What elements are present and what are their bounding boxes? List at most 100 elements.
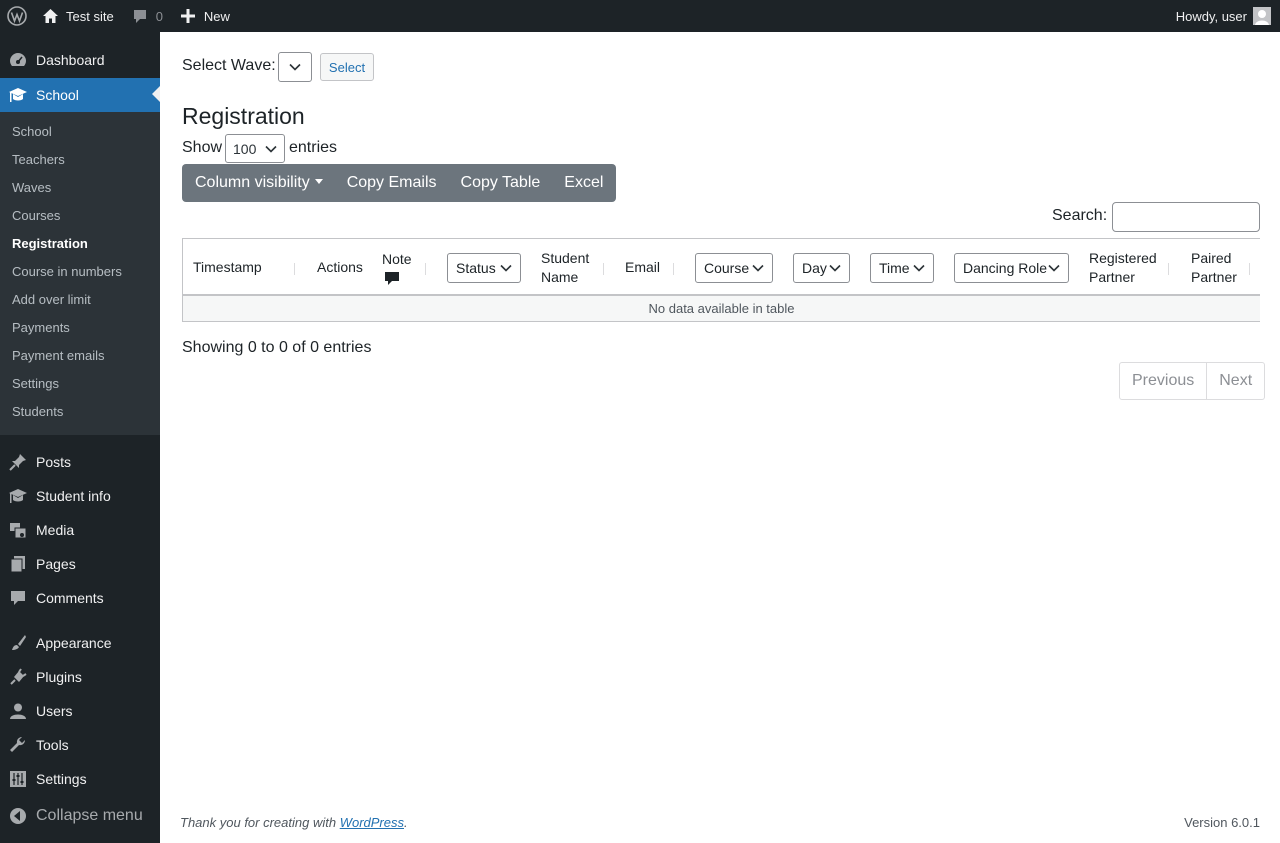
chevron-down-icon bbox=[913, 264, 925, 272]
table-info: Showing 0 to 0 of 0 entries bbox=[182, 339, 372, 356]
column-header-paired-partner[interactable]: Paired Partner bbox=[1191, 239, 1237, 296]
student-name-line-1: Student bbox=[541, 249, 590, 266]
submenu-item-courses[interactable]: Courses bbox=[12, 206, 60, 226]
search-input[interactable] bbox=[1112, 202, 1260, 232]
registration-table: Timestamp Actions Note Status Student Na… bbox=[182, 238, 1260, 322]
user-icon bbox=[0, 702, 36, 720]
table-header: Timestamp Actions Note Status Student Na… bbox=[183, 239, 1260, 296]
column-header-student-name[interactable]: Student Name bbox=[541, 239, 589, 296]
brush-icon bbox=[0, 634, 36, 652]
collapse-menu-label: Collapse menu bbox=[36, 807, 143, 824]
chevron-down-icon bbox=[500, 264, 512, 272]
column-header-note[interactable]: Note bbox=[382, 239, 412, 296]
dashboard-icon bbox=[0, 51, 36, 69]
dancing-role-filter-select[interactable]: Dancing Role bbox=[954, 253, 1069, 283]
collapse-menu-button[interactable]: Collapse menu bbox=[0, 799, 160, 833]
sort-handle bbox=[1168, 263, 1169, 275]
main-content: Select Wave: Select Registration Show 10… bbox=[160, 32, 1280, 843]
site-name-link[interactable]: Test site bbox=[34, 0, 124, 32]
status-filter-label: Status bbox=[456, 259, 496, 276]
sidebar-item-school[interactable]: School bbox=[0, 78, 160, 112]
sidebar-item-appearance[interactable]: Appearance bbox=[0, 626, 160, 660]
dancing-role-filter-label: Dancing Role bbox=[963, 259, 1048, 276]
submenu-item-add-over-limit[interactable]: Add over limit bbox=[12, 290, 91, 310]
sidebar-item-label: Tools bbox=[36, 737, 69, 753]
search-label: Search: bbox=[1052, 207, 1108, 224]
sort-handle bbox=[1249, 263, 1250, 275]
sidebar-item-pages[interactable]: Pages bbox=[0, 547, 160, 581]
comments-link[interactable]: 0 bbox=[124, 0, 173, 32]
chevron-down-icon bbox=[1048, 264, 1060, 272]
media-icon bbox=[0, 521, 36, 539]
school-icon bbox=[0, 487, 36, 505]
submenu-item-course-in-numbers[interactable]: Course in numbers bbox=[12, 262, 122, 282]
admin-sidebar: Dashboard School School Teachers Waves C… bbox=[0, 32, 160, 843]
sidebar-item-label: Plugins bbox=[36, 669, 82, 685]
sidebar-item-label: Comments bbox=[36, 590, 104, 606]
admin-bar: Test site 0 New Howdy, user bbox=[0, 0, 1280, 32]
copy-emails-button[interactable]: Copy Emails bbox=[335, 164, 449, 202]
entries-label: entries bbox=[289, 139, 338, 156]
submenu-item-students[interactable]: Students bbox=[12, 402, 63, 422]
submenu-item-payment-emails[interactable]: Payment emails bbox=[12, 346, 104, 366]
sidebar-item-media[interactable]: Media bbox=[0, 513, 160, 547]
sort-handle bbox=[673, 263, 674, 275]
sidebar-item-label: Student info bbox=[36, 488, 111, 504]
time-filter-select[interactable]: Time bbox=[870, 253, 934, 283]
submenu-item-settings[interactable]: Settings bbox=[12, 374, 59, 394]
chevron-down-icon bbox=[752, 264, 764, 272]
avatar bbox=[1253, 7, 1271, 25]
course-filter-select[interactable]: Course bbox=[695, 253, 773, 283]
day-filter-label: Day bbox=[802, 259, 827, 276]
course-filter-label: Course bbox=[704, 259, 750, 276]
entries-select[interactable]: 100 bbox=[225, 134, 285, 163]
sidebar-item-users[interactable]: Users bbox=[0, 694, 160, 728]
select-button[interactable]: Select bbox=[320, 53, 374, 81]
wave-select[interactable] bbox=[278, 52, 312, 82]
day-filter-select[interactable]: Day bbox=[793, 253, 850, 283]
page-title: Registration bbox=[182, 103, 305, 129]
sidebar-item-dashboard[interactable]: Dashboard bbox=[0, 43, 160, 77]
note-label: Note bbox=[382, 250, 412, 267]
sort-handle bbox=[425, 263, 426, 275]
wordpress-logo-icon[interactable] bbox=[0, 0, 34, 32]
sidebar-item-tools[interactable]: Tools bbox=[0, 728, 160, 762]
submenu-item-registration[interactable]: Registration bbox=[12, 234, 88, 254]
submenu-item-waves[interactable]: Waves bbox=[12, 178, 51, 198]
submenu-item-school[interactable]: School bbox=[12, 122, 52, 142]
wordpress-link[interactable]: WordPress bbox=[340, 815, 404, 830]
submenu-item-teachers[interactable]: Teachers bbox=[12, 150, 65, 170]
new-content-link[interactable]: New bbox=[173, 0, 238, 32]
paired-partner-line-1: Paired bbox=[1191, 249, 1232, 266]
pages-icon bbox=[0, 555, 36, 573]
comment-icon bbox=[133, 10, 146, 23]
status-filter-select[interactable]: Status bbox=[447, 253, 521, 283]
sidebar-item-label: Media bbox=[36, 522, 75, 538]
copy-table-button[interactable]: Copy Table bbox=[449, 164, 553, 202]
next-page-button[interactable]: Next bbox=[1206, 363, 1264, 399]
pin-icon bbox=[0, 453, 36, 471]
column-header-email[interactable]: Email bbox=[625, 239, 660, 296]
show-label: Show bbox=[182, 139, 223, 156]
excel-button[interactable]: Excel bbox=[552, 164, 616, 202]
site-name: Test site bbox=[66, 8, 114, 24]
howdy-text: Howdy, user bbox=[1175, 8, 1247, 24]
column-visibility-button[interactable]: Column visibility bbox=[182, 164, 335, 202]
submenu-item-payments[interactable]: Payments bbox=[12, 318, 70, 338]
home-icon bbox=[43, 9, 58, 23]
my-account-link[interactable]: Howdy, user bbox=[1176, 0, 1271, 32]
chevron-down-icon bbox=[265, 145, 277, 153]
sidebar-item-settings[interactable]: Settings bbox=[0, 762, 160, 796]
sidebar-item-student-info[interactable]: Student info bbox=[0, 479, 160, 513]
chevron-down-icon bbox=[289, 63, 301, 71]
previous-page-button[interactable]: Previous bbox=[1120, 363, 1206, 399]
chevron-down-icon bbox=[829, 264, 841, 272]
plugin-icon bbox=[0, 668, 36, 686]
sidebar-item-comments[interactable]: Comments bbox=[0, 581, 160, 615]
sidebar-item-plugins[interactable]: Plugins bbox=[0, 660, 160, 694]
column-header-registered-partner[interactable]: Registered Partner bbox=[1089, 239, 1157, 296]
settings-icon bbox=[0, 770, 36, 788]
footer-version: Version 6.0.1 bbox=[1184, 815, 1260, 830]
column-header-timestamp[interactable]: Timestamp bbox=[193, 239, 262, 296]
sidebar-item-posts[interactable]: Posts bbox=[0, 445, 160, 479]
